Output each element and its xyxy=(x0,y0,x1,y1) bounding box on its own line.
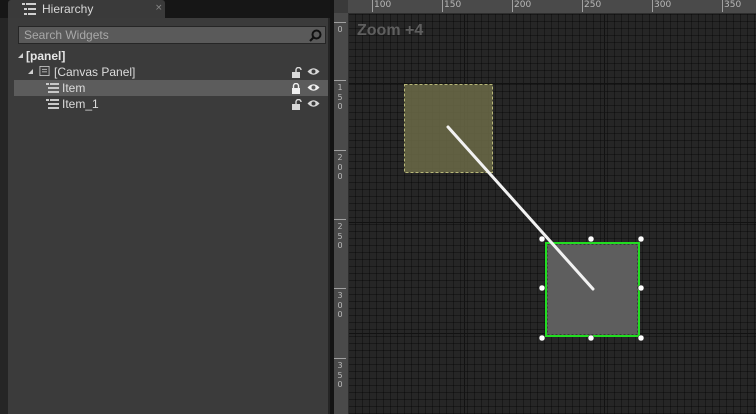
tab-hierarchy[interactable]: Hierarchy × xyxy=(8,0,165,18)
ruler-tick-label: 3 5 0 xyxy=(334,358,346,390)
ruler-digit: 0 xyxy=(337,300,343,310)
search-icon[interactable] xyxy=(309,29,322,42)
ruler-vertical: 0 1 5 0 2 0 0 2 5 0 3 0 0 3 5 0 xyxy=(334,13,349,414)
ruler-tick-label: 2 0 0 xyxy=(334,150,346,182)
lock-icon[interactable] xyxy=(291,83,302,94)
image-widget-icon xyxy=(46,83,59,93)
canvas-graphics xyxy=(334,0,756,414)
ruler-tick-label: 100 xyxy=(372,0,392,12)
ruler-digit: 0 xyxy=(337,241,343,250)
ruler-digit: 5 xyxy=(337,231,343,241)
ruler-digit: 2 xyxy=(337,153,343,162)
ruler-digit: 0 xyxy=(337,25,343,34)
resize-handle-top[interactable] xyxy=(587,235,595,243)
resize-handle-bottom[interactable] xyxy=(587,334,595,342)
ruler-tick-label: 250 xyxy=(582,0,602,12)
tree-row-root[interactable]: [panel] xyxy=(14,48,328,64)
tree-label-item: Item xyxy=(62,81,86,95)
ruler-digit: 0 xyxy=(337,102,343,111)
drag-line xyxy=(446,125,595,291)
tree-label-canvas-panel: [Canvas Panel] xyxy=(54,65,136,79)
ruler-digit: 0 xyxy=(337,162,343,172)
image-widget-icon xyxy=(46,99,59,109)
tree-label-root: [panel] xyxy=(26,49,66,63)
zoom-label: Zoom +4 xyxy=(357,22,424,39)
tree-label-item-1: Item_1 xyxy=(62,97,99,111)
major-grid xyxy=(334,0,756,414)
ruler-digit: 5 xyxy=(337,370,343,380)
ruler-digit: 5 xyxy=(337,92,343,102)
resize-handle-right[interactable] xyxy=(637,284,645,292)
search-box[interactable] xyxy=(18,26,326,44)
ruler-digit: 0 xyxy=(337,380,343,389)
eye-icon[interactable] xyxy=(307,83,320,92)
ruler-digit: 0 xyxy=(337,172,343,181)
unlocked-lock-icon[interactable] xyxy=(291,99,302,110)
ruler-digit: 3 xyxy=(337,361,343,370)
unlocked-lock-icon[interactable] xyxy=(291,67,302,78)
ruler-digit: 3 xyxy=(337,291,343,300)
ruler-tick-label: 300 xyxy=(652,0,672,12)
tree-row-item[interactable]: Item xyxy=(14,80,328,96)
ruler-tick-label: 1 5 0 xyxy=(334,80,346,112)
eye-icon[interactable] xyxy=(307,67,320,76)
tree-row-canvas-panel[interactable]: [Canvas Panel] xyxy=(14,64,328,80)
ruler-tick-label: 2 5 0 xyxy=(334,219,346,251)
ruler-tick-label: 0 xyxy=(334,22,346,35)
expand-arrow-icon[interactable] xyxy=(28,69,33,74)
resize-handle-left[interactable] xyxy=(538,284,546,292)
ruler-tick-label: 3 0 0 xyxy=(334,288,346,320)
resize-handle-bottom-right[interactable] xyxy=(637,334,645,342)
hierarchy-body: [panel] [Canvas Panel] xyxy=(8,18,328,414)
canvas-panel-icon xyxy=(39,66,50,76)
expand-arrow-icon[interactable] xyxy=(18,53,23,58)
resize-handle-bottom-left[interactable] xyxy=(538,334,546,342)
ruler-corner xyxy=(334,0,348,13)
ruler-digit: 2 xyxy=(337,222,343,231)
tab-title: Hierarchy xyxy=(42,2,94,16)
tree-row-item-1[interactable]: Item_1 xyxy=(14,96,328,112)
ruler-digit: 1 xyxy=(337,83,343,92)
search-input[interactable] xyxy=(19,27,304,43)
hierarchy-panel: Hierarchy × [panel] [Canvas Panel] xyxy=(0,0,330,414)
close-icon[interactable]: × xyxy=(155,1,163,15)
resize-handle-top-right[interactable] xyxy=(637,235,645,243)
ruler-horizontal: 100 150 200 250 300 350 xyxy=(348,0,756,14)
hierarchy-icon xyxy=(22,3,36,15)
ruler-tick-label: 350 xyxy=(722,0,742,12)
ruler-tick-label: 150 xyxy=(442,0,462,12)
eye-icon[interactable] xyxy=(307,99,320,108)
designer-canvas[interactable]: 100 150 200 250 300 350 0 1 5 0 2 0 0 2 … xyxy=(334,0,756,414)
ruler-digit: 0 xyxy=(337,310,343,319)
resize-handle-top-left[interactable] xyxy=(538,235,546,243)
ruler-tick-label: 200 xyxy=(512,0,532,12)
